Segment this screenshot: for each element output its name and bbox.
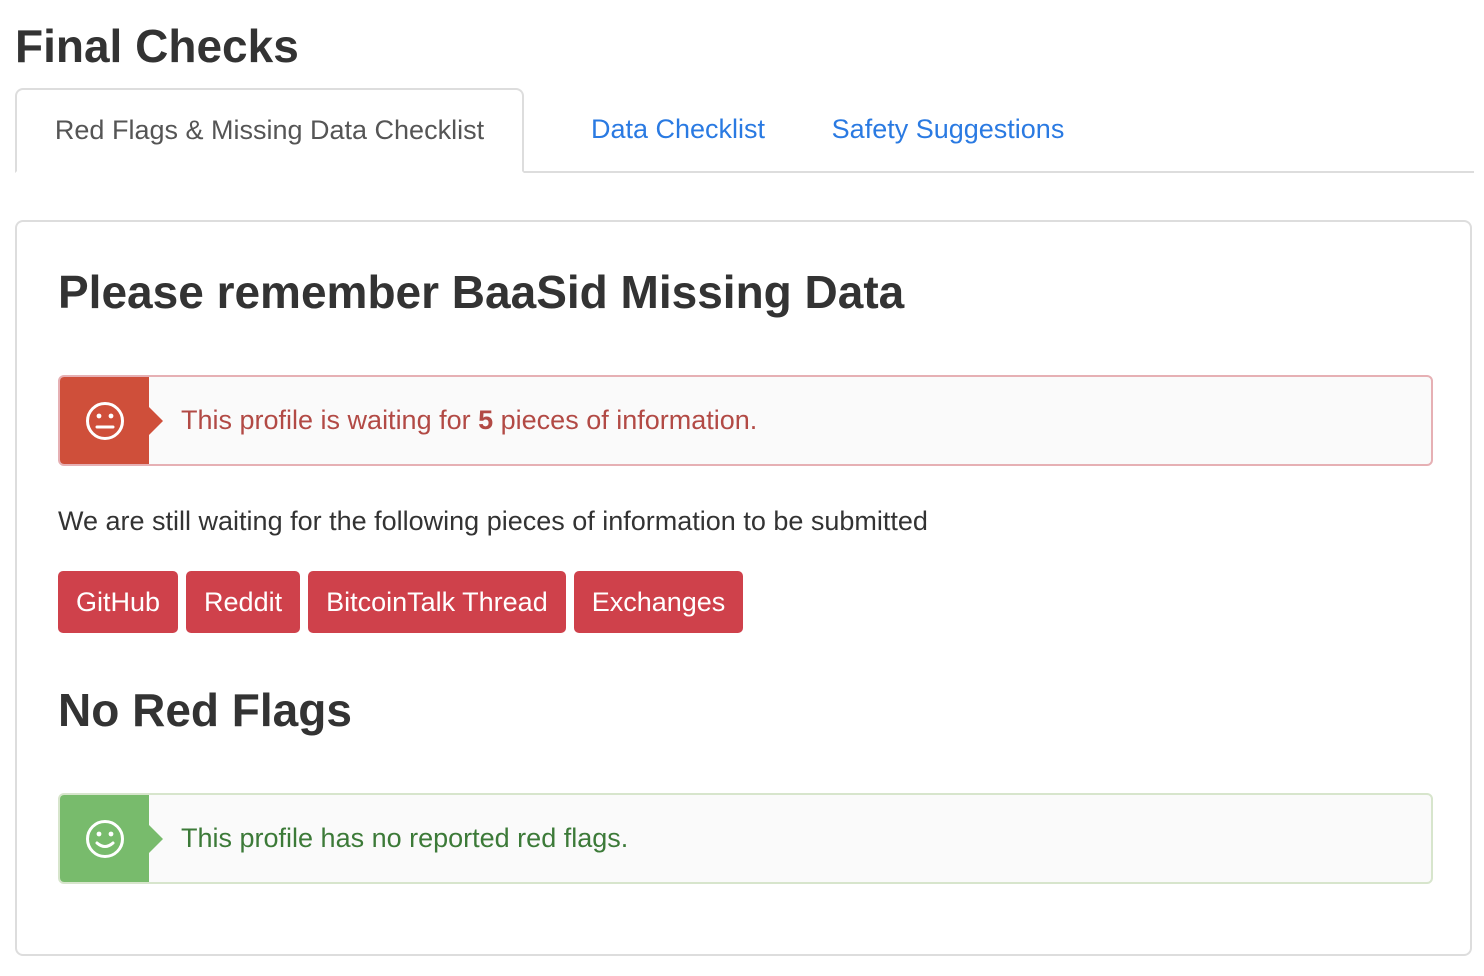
missing-data-alert-text: This profile is waiting for 5 pieces of … bbox=[181, 405, 757, 436]
page-title: Final Checks bbox=[15, 20, 299, 72]
tab-bar: Red Flags & Missing Data Checklist Data … bbox=[15, 88, 1474, 173]
red-flags-alert-text: This profile has no reported red flags. bbox=[181, 823, 629, 853]
red-flags-heading: No Red Flags bbox=[58, 684, 352, 736]
tab-data-checklist[interactable]: Data Checklist bbox=[543, 88, 813, 171]
alert-text-prefix: This profile is waiting for bbox=[181, 405, 479, 435]
waiting-description: We are still waiting for the following p… bbox=[58, 506, 928, 536]
alert-icon-container bbox=[60, 377, 163, 464]
missing-data-heading: Please remember BaaSid Missing Data bbox=[58, 266, 905, 318]
tab-content-panel: Please remember BaaSid Missing Data This… bbox=[15, 220, 1472, 956]
missing-item-github[interactable]: GitHub bbox=[58, 571, 179, 633]
smile-face-icon bbox=[85, 819, 124, 858]
tab-red-flags-missing-data[interactable]: Red Flags & Missing Data Checklist bbox=[15, 88, 524, 173]
missing-item-exchanges[interactable]: Exchanges bbox=[573, 571, 744, 633]
neutral-face-icon bbox=[85, 401, 124, 440]
red-flags-alert: This profile has no reported red flags. bbox=[58, 793, 1433, 884]
missing-item-reddit[interactable]: Reddit bbox=[186, 571, 301, 633]
alert-text-suffix: pieces of information. bbox=[493, 405, 758, 435]
missing-item-bitcointalk-thread[interactable]: BitcoinTalk Thread bbox=[308, 571, 566, 633]
missing-data-alert: This profile is waiting for 5 pieces of … bbox=[58, 375, 1433, 466]
missing-count: 5 bbox=[478, 405, 494, 435]
alert-icon-container bbox=[60, 795, 163, 882]
tab-safety-suggestions[interactable]: Safety Suggestions bbox=[798, 88, 1098, 171]
missing-items-list: GitHub Reddit BitcoinTalk Thread Exchang… bbox=[58, 571, 744, 633]
